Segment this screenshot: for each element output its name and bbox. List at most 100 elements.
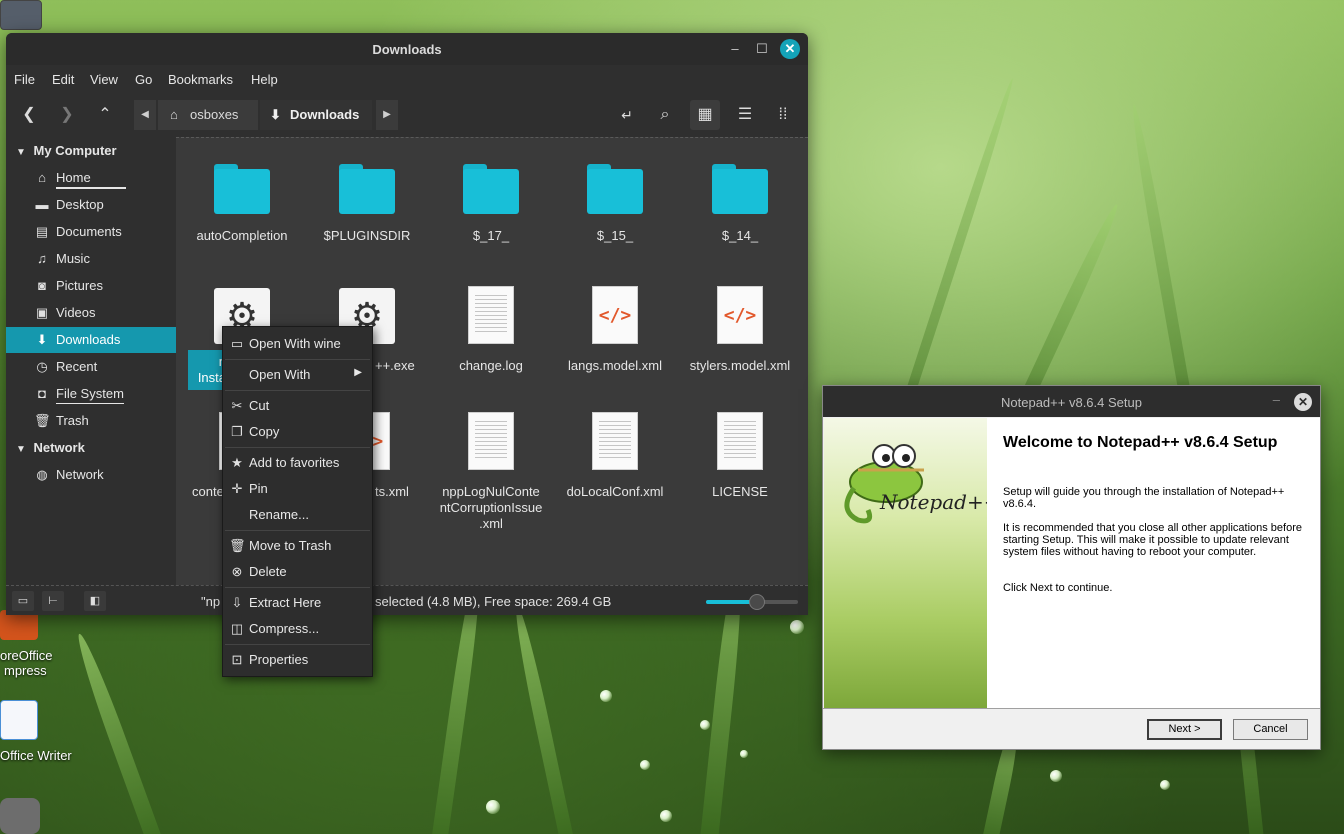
sidebar-item-file-system[interactable]: ◘ File System [6,381,176,407]
search-icon[interactable]: ⌕ [650,100,680,130]
sidebar-item-desktop[interactable]: ▬ Desktop [6,192,176,218]
sidebar-item-home[interactable]: ⌂ Home [6,165,176,191]
menu-edit[interactable]: Edit [52,72,74,87]
breadcrumb-downloads[interactable]: ⬇ Downloads [260,100,372,130]
sidebar-item-downloads[interactable]: ⬇ Downloads [6,327,176,353]
minimize-button[interactable]: – [725,39,745,59]
sidebar-item-label: Downloads [56,332,121,347]
menu-help[interactable]: Help [251,72,278,87]
network-icon: ◍ [36,467,48,482]
download-icon: ⬇ [270,107,281,122]
menu-separator [225,359,370,360]
grid-view-icon[interactable]: ▦ [690,100,720,130]
menu-separator [225,587,370,588]
menu-view[interactable]: View [90,72,118,87]
menu-item-label: Delete [249,564,287,579]
file-manager-titlebar[interactable]: Downloads – ☐ ✕ [6,33,808,65]
desktop-item-impress-label[interactable]: oreOffice mpress [0,648,60,678]
breadcrumb-right-arrow-icon[interactable]: ▶ [376,100,398,130]
folder-icon [712,164,768,214]
menu-bookmarks[interactable]: Bookmarks [168,72,233,87]
file-item[interactable]: nppLogNulConte ntCorruptionIssue .xml [429,412,553,532]
file-item[interactable]: change.log [429,286,553,386]
file-item[interactable]: $_15_ [553,164,677,254]
next-button[interactable]: Next > [1147,719,1222,740]
drive-icon: ◘ [38,386,46,401]
sidebar-item-label: Network [56,467,104,482]
app-launcher-icon[interactable] [0,798,40,834]
menu-item-add-to-favorites[interactable]: ★ Add to favorites [223,450,372,476]
file-item[interactable]: doLocalConf.xml [553,412,677,512]
close-button[interactable]: ✕ [780,39,800,59]
sidebar-item-documents[interactable]: ▤ Documents [6,219,176,245]
menu-file[interactable]: File [14,72,35,87]
sidebar-item-label: Documents [56,224,122,239]
sidebar-item-pictures[interactable]: ◙ Pictures [6,273,176,299]
sidebar-item-network[interactable]: ◍ Network [6,462,176,488]
menu-item-move-to-trash[interactable]: 🗑 Move to Trash [223,533,372,559]
back-icon[interactable]: ❮ [14,100,44,130]
location-toggle-icon[interactable]: ↵ [612,100,642,130]
close-button[interactable]: ✕ [1294,393,1312,411]
maximize-button[interactable]: ☐ [752,39,772,59]
file-item[interactable]: LICENSE [678,412,802,512]
tree-pane-icon[interactable]: ⊢ [42,591,64,611]
minimize-button[interactable]: – [1273,392,1280,407]
xml-file-icon: </> [717,286,763,344]
menu-item-rename[interactable]: Rename... [223,502,372,528]
zoom-slider-handle[interactable] [748,594,765,610]
file-name: nppLogNulConte ntCorruptionIssue .xml [429,484,553,532]
zoom-slider[interactable] [706,594,798,610]
sidebar-item-recent[interactable]: ◷ Recent [6,354,176,380]
setup-titlebar[interactable]: Notepad++ v8.6.4 Setup – ✕ [823,386,1320,417]
toggle-sidebar-icon[interactable]: ◧ [84,591,106,611]
menu-item-copy[interactable]: ❐ Copy [223,419,372,445]
home-icon: ⌂ [38,170,46,185]
music-icon: ♫ [37,251,47,266]
menu-item-open-with-wine[interactable]: ▭ Open With wine [223,331,372,357]
file-item[interactable]: autoCompletion [180,164,304,254]
file-item[interactable]: </> langs.model.xml [553,286,677,386]
sidebar-section-my-computer[interactable]: ▼ My Computer [16,143,117,158]
menu-item-properties[interactable]: ⊡ Properties [223,647,372,673]
menu-item-cut[interactable]: ✂ Cut [223,393,372,419]
menu-item-extract-here[interactable]: ⇩ Extract Here [223,590,372,616]
sidebar-item-music[interactable]: ♫ Music [6,246,176,272]
breadcrumb-left-arrow-icon[interactable]: ◀ [134,100,156,130]
sidebar-item-videos[interactable]: ▣ Videos [6,300,176,326]
menu-separator [225,447,370,448]
file-item[interactable]: </> stylers.model.xml [678,286,802,386]
sidebar-item-label: File System [56,386,124,401]
file-item[interactable]: $_17_ [429,164,553,254]
sidebar-item-trash[interactable]: 🗑 Trash [6,408,176,434]
menu-item-open-with[interactable]: Open With ▶ [223,362,372,388]
menu-item-label: Cut [249,398,270,413]
sidebar-item-label: Desktop [56,197,104,212]
desktop-item-writer-label[interactable]: Office Writer [0,748,72,763]
writer-icon[interactable] [0,700,38,740]
sidebar-item-label: Home [56,170,91,185]
compact-view-icon[interactable]: ⁞⁞ [768,100,798,130]
list-view-icon[interactable]: ☰ [730,100,760,130]
file-item[interactable]: $_14_ [678,164,802,254]
status-text-left: "np [201,594,221,609]
welcome-paragraph-1: Setup will guide you through the install… [1003,486,1285,510]
context-menu: ▭ Open With wine Open With ▶ ✂ Cut ❐ Cop… [222,326,373,677]
places-pane-icon[interactable]: ▭ [12,591,34,611]
text-file-icon [468,286,514,344]
desktop-top-panel-icon[interactable] [0,0,42,30]
sidebar-section-network[interactable]: ▼ Network [16,440,85,455]
menu-item-delete[interactable]: ⊗ Delete [223,559,372,585]
file-item[interactable]: $PLUGINSDIR [305,164,429,254]
cancel-button[interactable]: Cancel [1233,719,1308,740]
menu-item-pin[interactable]: ✛ Pin [223,476,372,502]
menu-item-label: Add to favorites [249,455,340,470]
menu-go[interactable]: Go [135,72,152,87]
setup-dialog: Notepad++ v8.6.4 Setup – ✕ Notepad++ Wel… [822,385,1321,750]
folder-icon [463,164,519,214]
breadcrumb-osboxes[interactable]: ⌂ osboxes [158,100,258,130]
recent-icon: ◷ [36,359,48,374]
up-icon[interactable]: ⌃ [90,100,120,130]
menu-item-compress[interactable]: ◫ Compress... [223,616,372,642]
forward-icon[interactable]: ❯ [52,100,82,130]
